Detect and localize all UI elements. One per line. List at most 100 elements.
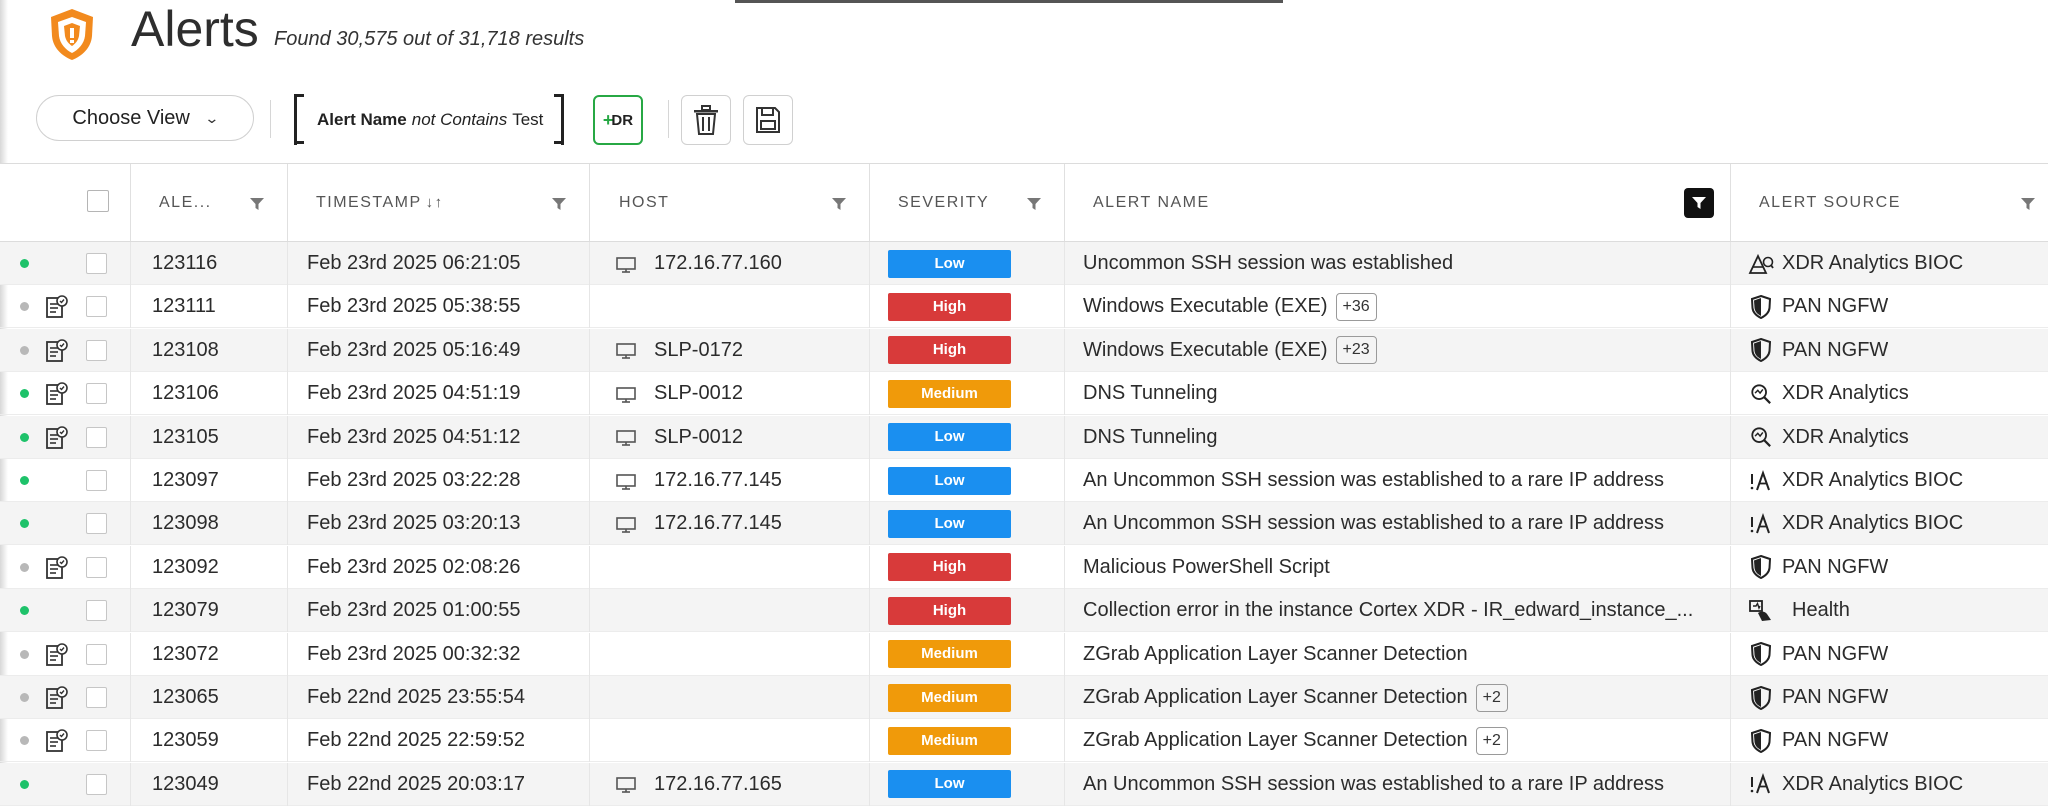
notes-icon[interactable] xyxy=(44,555,68,580)
active-filter-icon[interactable] xyxy=(1684,188,1714,218)
alert-name[interactable]: An Uncommon SSH session was established … xyxy=(1083,773,1664,796)
alert-name[interactable]: Collection error in the instance Cortex … xyxy=(1083,599,1693,622)
notes-icon[interactable] xyxy=(44,295,68,319)
save-view-button[interactable] xyxy=(743,95,793,145)
table-row[interactable]: 123098 Feb 23rd 2025 03:20:13 172.16.77.14… xyxy=(0,502,2048,546)
computer-icon xyxy=(616,776,636,794)
column-alert-name[interactable]: ALERT NAME xyxy=(1064,164,1730,241)
xdr-add-button[interactable]: + DR xyxy=(593,95,643,145)
alert-name[interactable]: DNS Tunneling xyxy=(1083,382,1218,405)
host-name[interactable]: SLP-0172 xyxy=(654,339,743,362)
host-cell: SLP-0012 xyxy=(614,416,743,459)
host-name[interactable]: 172.16.77.145 xyxy=(654,469,782,492)
table-row[interactable]: 123065 Feb 22nd 2025 23:55:54 Medium ZGrab … xyxy=(0,676,2048,719)
notes-icon[interactable] xyxy=(44,338,68,363)
alert-source-cell: XDR Analytics xyxy=(1748,372,1909,415)
row-checkbox[interactable] xyxy=(86,513,107,535)
delete-button[interactable] xyxy=(681,95,731,145)
alert-source: PAN NGFW xyxy=(1782,338,1889,361)
table-row[interactable]: 123111 Feb 23rd 2025 05:38:55 High Windows … xyxy=(0,285,2048,329)
row-checkbox[interactable] xyxy=(86,687,107,708)
row-checkbox[interactable] xyxy=(86,253,107,274)
notes-icon[interactable] xyxy=(44,686,68,710)
more-count-badge[interactable]: +2 xyxy=(1475,726,1508,755)
alert-id: 123049 xyxy=(152,772,219,795)
table-row[interactable]: 123092 Feb 23rd 2025 02:08:26 High Maliciou… xyxy=(0,545,2048,589)
column-alert-source-label: ALERT SOURCE xyxy=(1759,193,1901,211)
table-row[interactable]: 123106 Feb 23rd 2025 04:51:19 SLP-0012 Medi… xyxy=(0,372,2048,416)
alert-timestamp: Feb 23rd 2025 05:38:55 xyxy=(307,295,521,318)
filter-icon[interactable] xyxy=(250,198,264,210)
table-row[interactable]: 123079 Feb 23rd 2025 01:00:55 High Collecti… xyxy=(0,589,2048,633)
cell-divider xyxy=(589,285,590,329)
sort-icon[interactable]: ↓↑ xyxy=(426,194,444,211)
host-name[interactable]: 172.16.77.145 xyxy=(654,512,782,535)
alert-name[interactable]: Windows Executable (EXE) xyxy=(1083,339,1328,362)
row-checkbox[interactable] xyxy=(86,383,107,405)
alert-timestamp: Feb 23rd 2025 05:16:49 xyxy=(307,338,521,361)
alert-name[interactable]: ZGrab Application Layer Scanner Detectio… xyxy=(1083,686,1468,709)
table-row[interactable]: 123059 Feb 22nd 2025 22:59:52 Medium ZGrab … xyxy=(0,719,2048,763)
more-count-badge[interactable]: +36 xyxy=(1335,292,1377,321)
severity-badge: High xyxy=(888,336,1011,365)
table-row[interactable]: 123116 Feb 23rd 2025 06:21:05 172.16.77.16… xyxy=(0,242,2048,285)
save-icon xyxy=(756,107,780,133)
table-row[interactable]: 123108 Feb 23rd 2025 05:16:49 SLP-0172 High… xyxy=(0,328,2048,372)
notes-icon[interactable] xyxy=(44,642,68,667)
cell-divider xyxy=(869,415,870,459)
alert-name[interactable]: DNS Tunneling xyxy=(1083,426,1218,449)
alert-name[interactable]: ZGrab Application Layer Scanner Detectio… xyxy=(1083,729,1468,752)
filter-chip[interactable]: Alert Name not Contains Test xyxy=(294,94,564,145)
alert-name[interactable]: Windows Executable (EXE) xyxy=(1083,295,1328,318)
alert-name[interactable]: An Uncommon SSH session was established … xyxy=(1083,469,1664,492)
notes-icon[interactable] xyxy=(44,729,68,753)
cell-divider xyxy=(1730,242,1731,285)
notes-icon[interactable] xyxy=(44,425,68,450)
row-checkbox[interactable] xyxy=(86,773,107,795)
column-severity[interactable]: SEVERITY xyxy=(869,164,1064,241)
notes-icon[interactable] xyxy=(44,382,68,406)
table-row[interactable]: 123097 Feb 23rd 2025 03:22:28 172.16.77.14… xyxy=(0,459,2048,502)
row-checkbox[interactable] xyxy=(86,600,107,622)
cell-divider xyxy=(869,328,870,372)
host-name[interactable]: SLP-0012 xyxy=(654,382,743,405)
cell-divider xyxy=(1730,545,1731,589)
alert-name-cell: Windows Executable (EXE) +36 xyxy=(1083,285,1703,328)
more-count-badge[interactable]: +2 xyxy=(1475,683,1508,712)
filter-icon[interactable] xyxy=(2021,198,2035,210)
table-row[interactable]: 123049 Feb 22nd 2025 20:03:17 172.16.77.16… xyxy=(0,762,2048,806)
page-title: Alerts xyxy=(131,1,259,57)
row-checkbox[interactable] xyxy=(86,426,107,448)
host-name[interactable]: SLP-0012 xyxy=(654,426,743,449)
row-checkbox[interactable] xyxy=(86,643,107,665)
host-name[interactable]: 172.16.77.160 xyxy=(654,252,782,275)
alert-name[interactable]: An Uncommon SSH session was established … xyxy=(1083,512,1664,535)
cell-divider xyxy=(1730,762,1731,806)
row-checkbox[interactable] xyxy=(86,730,107,752)
column-host[interactable]: HOST xyxy=(589,164,869,241)
filter-icon[interactable] xyxy=(552,198,566,210)
column-timestamp[interactable]: TIMESTAMP ↓↑ xyxy=(287,164,589,241)
cell-divider xyxy=(130,372,131,416)
alert-name[interactable]: Malicious PowerShell Script xyxy=(1083,556,1330,579)
filter-icon[interactable] xyxy=(1027,198,1041,210)
cell-divider xyxy=(589,502,590,546)
more-count-badge[interactable]: +23 xyxy=(1335,336,1377,365)
choose-view-dropdown[interactable]: Choose View ⌄ xyxy=(36,95,254,141)
table-row[interactable]: 123072 Feb 23rd 2025 00:32:32 Medium ZGrab … xyxy=(0,632,2048,676)
row-checkbox[interactable] xyxy=(86,296,107,318)
host-name[interactable]: 172.16.77.165 xyxy=(654,773,782,796)
status-dot xyxy=(20,345,29,355)
column-alert-source[interactable]: ALERT SOURCE xyxy=(1730,164,2048,241)
row-checkbox[interactable] xyxy=(86,470,107,491)
row-checkbox[interactable] xyxy=(86,339,107,361)
analytics-icon xyxy=(1748,382,1774,406)
alert-name[interactable]: Uncommon SSH session was established xyxy=(1083,252,1453,275)
filter-icon[interactable] xyxy=(832,198,846,210)
cell-divider xyxy=(869,589,870,633)
alert-name[interactable]: ZGrab Application Layer Scanner Detectio… xyxy=(1083,643,1468,666)
select-all-checkbox[interactable] xyxy=(87,190,109,212)
table-row[interactable]: 123105 Feb 23rd 2025 04:51:12 SLP-0012 Low D… xyxy=(0,415,2048,459)
row-checkbox[interactable] xyxy=(86,556,107,578)
column-alert-id[interactable]: ALE... xyxy=(130,164,287,241)
